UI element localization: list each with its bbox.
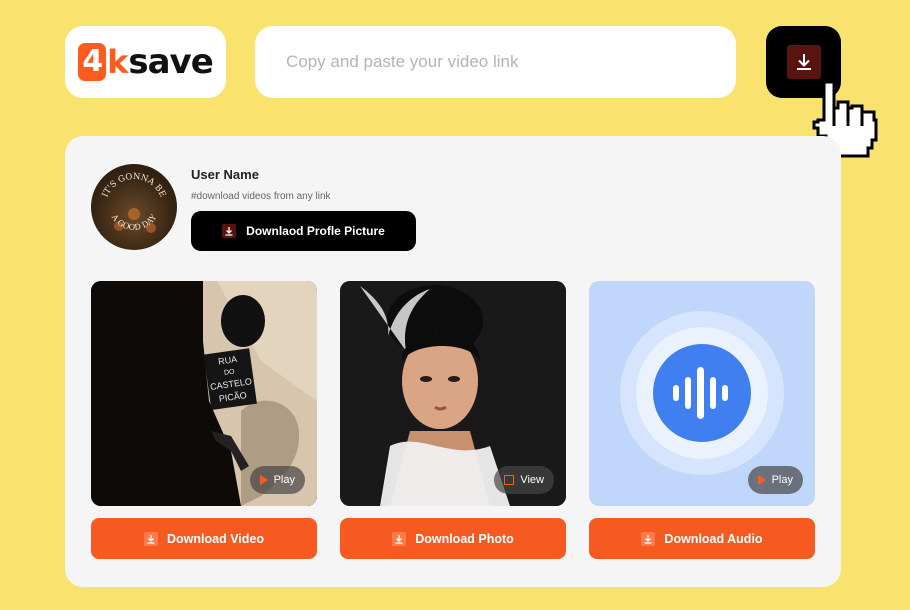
avatar: IT'S GONNA BE A GOOD DAY — [91, 164, 177, 250]
avatar-text-top: IT'S GONNA BE — [100, 172, 167, 199]
download-profile-picture-label: Downlaod Profle Picture — [246, 224, 385, 238]
view-badge-label: View — [520, 474, 544, 486]
audio-play-badge[interactable]: Play — [747, 466, 803, 494]
logo[interactable]: 4 k save — [65, 26, 226, 98]
username: User Name — [191, 167, 259, 182]
expand-icon — [504, 475, 515, 485]
photo-preview[interactable]: View — [340, 281, 566, 506]
download-photo-button[interactable]: Download Photo — [340, 518, 566, 559]
play-badge[interactable]: Play — [249, 466, 305, 494]
download-icon — [392, 531, 407, 546]
audio-preview[interactable]: Play — [589, 281, 815, 506]
logo-four: 4 — [78, 43, 107, 81]
download-audio-label: Download Audio — [664, 531, 763, 546]
logo-save: save — [128, 42, 213, 82]
download-icon — [641, 531, 656, 546]
download-icon — [786, 45, 821, 79]
download-photo-label: Download Photo — [415, 531, 514, 546]
view-badge[interactable]: View — [494, 466, 554, 494]
download-icon — [222, 224, 237, 238]
download-audio-button[interactable]: Download Audio — [589, 518, 815, 559]
search-bar — [255, 26, 736, 98]
result-card: IT'S GONNA BE A GOOD DAY User Name #down… — [65, 136, 841, 587]
download-video-button[interactable]: Download Video — [91, 518, 317, 559]
video-link-input[interactable] — [284, 51, 708, 73]
audio-play-badge-label: Play — [771, 474, 793, 486]
download-video-label: Download Video — [167, 531, 264, 546]
video-preview[interactable]: RUA DO CASTELO PICÃO Play — [91, 281, 317, 506]
play-icon — [259, 475, 268, 485]
svg-text:IT'S GONNA BE: IT'S GONNA BE — [100, 172, 167, 199]
play-badge-label: Play — [273, 474, 295, 486]
download-icon — [144, 531, 158, 546]
download-profile-picture-button[interactable]: Downlaod Profle Picture — [191, 211, 416, 251]
logo-k: k — [107, 43, 128, 81]
play-icon — [757, 475, 766, 485]
tagline: #download videos from any link — [191, 191, 331, 202]
